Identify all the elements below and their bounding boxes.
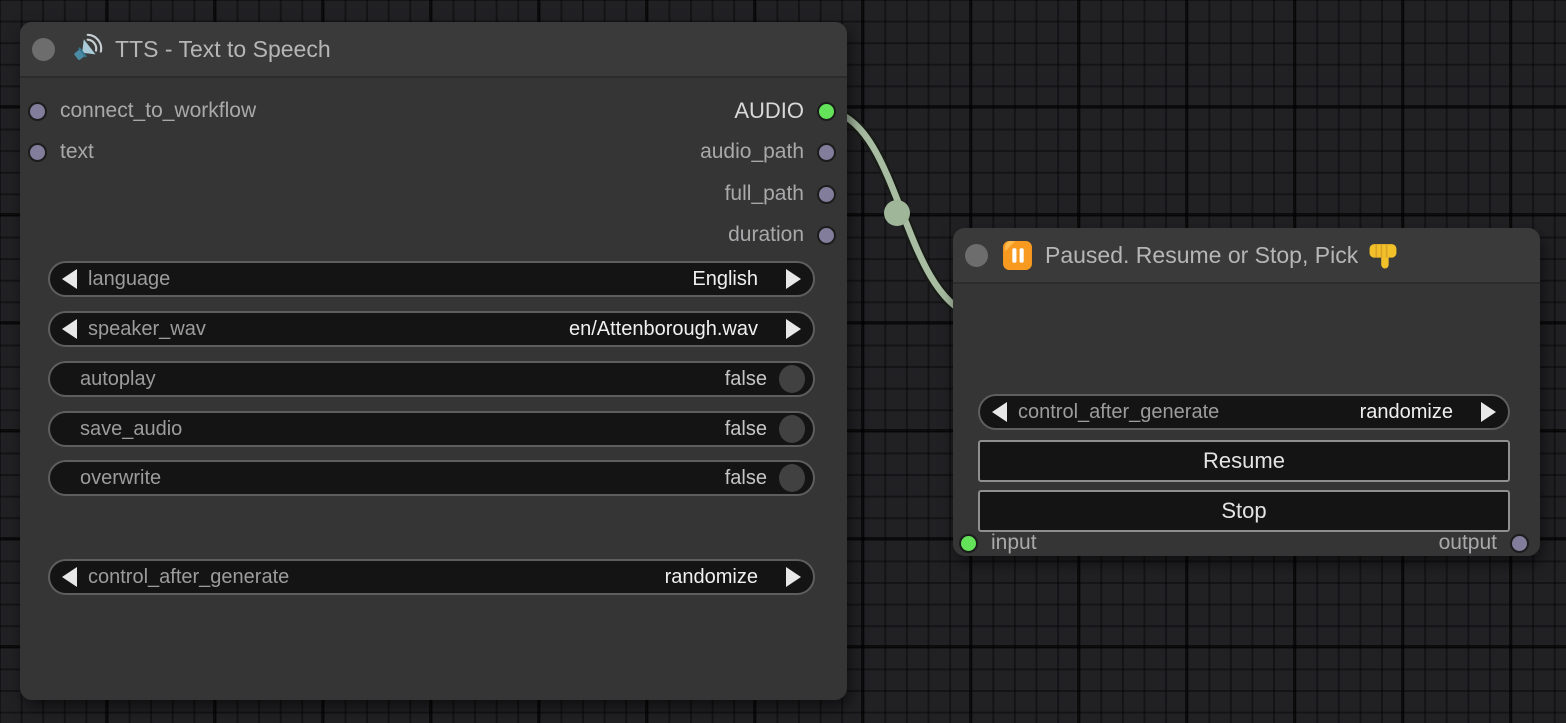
collapse-dot[interactable] <box>32 38 55 61</box>
collapse-dot[interactable] <box>965 244 988 267</box>
widget-label: save_audio <box>80 418 182 441</box>
arrow-left-icon[interactable] <box>62 567 77 587</box>
input-slot-label: connect_to_workflow <box>60 99 256 123</box>
widget-label: language <box>88 268 170 291</box>
output-slot-label: AUDIO <box>734 98 804 124</box>
widget-value: en/Attenborough.wav <box>569 318 758 341</box>
node-paused-titlebar[interactable]: Paused. Resume or Stop, Pick <box>953 228 1540 284</box>
node-tts-titlebar[interactable]: TTS - Text to Speech <box>20 22 847 78</box>
output-slot-dot[interactable] <box>817 185 836 204</box>
node-tts-text-to-speech[interactable]: TTS - Text to Speech connect_to_workflow… <box>20 22 847 700</box>
input-slot-label: input <box>991 531 1037 555</box>
speaker-icon <box>69 32 103 66</box>
widget-value: randomize <box>665 566 758 589</box>
output-slot-dot[interactable] <box>1510 534 1529 553</box>
input-port-text[interactable]: text <box>28 142 94 162</box>
resume-button-label: Resume <box>1203 448 1285 474</box>
arrow-left-icon[interactable] <box>992 402 1007 422</box>
output-slot-label: audio_path <box>700 140 804 164</box>
widget-label: control_after_generate <box>88 566 289 589</box>
widget-label: control_after_generate <box>1018 401 1219 424</box>
input-port-input[interactable]: input <box>959 533 1037 553</box>
link-wire <box>832 111 972 316</box>
arrow-right-icon[interactable] <box>1481 402 1496 422</box>
output-slot-dot[interactable] <box>817 143 836 162</box>
widget-value: false <box>725 368 767 391</box>
output-port-audio_path[interactable]: audio_path <box>700 142 836 162</box>
output-slot-dot[interactable] <box>817 226 836 245</box>
stop-button-label: Stop <box>1221 498 1266 524</box>
arrow-right-icon[interactable] <box>786 319 801 339</box>
output-port-duration[interactable]: duration <box>728 225 836 245</box>
pause-icon <box>1002 240 1033 271</box>
widget-save_audio[interactable]: save_audio false <box>48 411 815 447</box>
output-port-output[interactable]: output <box>1439 533 1529 553</box>
output-slot-label: output <box>1439 531 1497 555</box>
widget-label: overwrite <box>80 467 161 490</box>
widget-language[interactable]: language English <box>48 261 815 297</box>
widget-value: English <box>692 268 758 291</box>
input-port-connect_to_workflow[interactable]: connect_to_workflow <box>28 101 256 121</box>
widget-label: autoplay <box>80 368 156 391</box>
node-title: TTS - Text to Speech <box>115 36 331 63</box>
node-title: Paused. Resume or Stop, Pick <box>1045 242 1358 269</box>
input-slot-dot[interactable] <box>28 143 47 162</box>
link-midpoint-dot[interactable] <box>884 200 910 226</box>
widget-label: speaker_wav <box>88 318 206 341</box>
widget-value: false <box>725 467 767 490</box>
toggle-knob[interactable] <box>779 415 805 443</box>
output-port-full_path[interactable]: full_path <box>725 184 836 204</box>
input-slot-label: text <box>60 140 94 164</box>
arrow-left-icon[interactable] <box>62 319 77 339</box>
link-wire-outline <box>832 111 972 316</box>
widget-control_after_generate[interactable]: control_after_generate randomize <box>978 394 1510 430</box>
widget-speaker_wav[interactable]: speaker_wav en/Attenborough.wav <box>48 311 815 347</box>
toggle-knob[interactable] <box>779 464 805 492</box>
arrow-left-icon[interactable] <box>62 269 77 289</box>
input-slot-dot[interactable] <box>959 534 978 553</box>
widget-autoplay[interactable]: autoplay false <box>48 361 815 397</box>
point-down-icon <box>1368 240 1399 271</box>
arrow-right-icon[interactable] <box>786 567 801 587</box>
output-slot-dot[interactable] <box>817 102 836 121</box>
output-port-audio[interactable]: AUDIO <box>734 101 836 121</box>
widget-value: false <box>725 418 767 441</box>
widget-value: randomize <box>1360 401 1453 424</box>
output-slot-label: duration <box>728 223 804 247</box>
toggle-knob[interactable] <box>779 365 805 393</box>
widget-control_after_generate[interactable]: control_after_generate randomize <box>48 559 815 595</box>
output-slot-label: full_path <box>725 182 804 206</box>
widget-overwrite[interactable]: overwrite false <box>48 460 815 496</box>
stop-button[interactable]: Stop <box>978 490 1510 532</box>
resume-button[interactable]: Resume <box>978 440 1510 482</box>
input-slot-dot[interactable] <box>28 102 47 121</box>
arrow-right-icon[interactable] <box>786 269 801 289</box>
node-paused-resume-or-stop[interactable]: Paused. Resume or Stop, Pick input outpu… <box>953 228 1540 556</box>
